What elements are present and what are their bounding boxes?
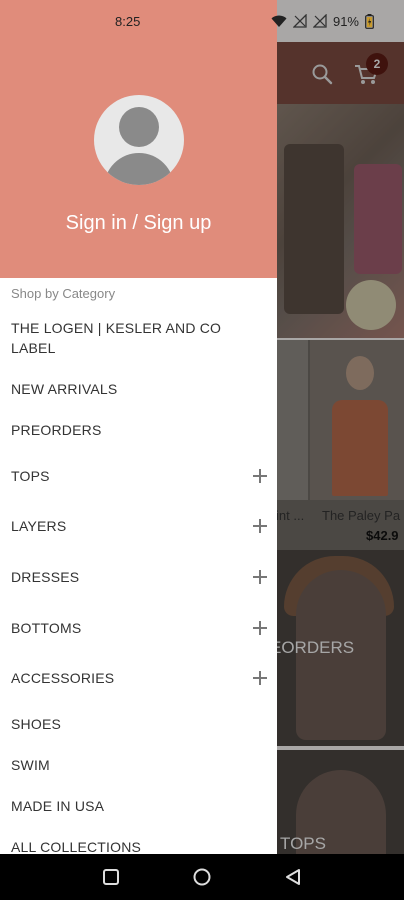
- system-nav-bar: [0, 854, 404, 900]
- avatar-icon[interactable]: [94, 95, 184, 185]
- status-time: 8:25: [115, 13, 141, 29]
- menu-item-label: DRESSES: [11, 569, 80, 585]
- menu-item-shoes[interactable]: SHOES: [0, 714, 277, 734]
- menu-item-preorders[interactable]: PREORDERS: [0, 420, 277, 440]
- battery-icon: [365, 13, 374, 29]
- plus-icon[interactable]: [253, 621, 267, 635]
- menu-item-new-arrivals[interactable]: NEW ARRIVALS: [0, 379, 277, 399]
- menu-item-label: ACCESSORIES: [11, 670, 115, 686]
- menu-item-label: MADE IN USA: [11, 798, 105, 814]
- sign-in-link[interactable]: Sign in / Sign up: [0, 212, 277, 235]
- plus-icon[interactable]: [253, 469, 267, 483]
- menu-item-made-in-usa[interactable]: MADE IN USA: [0, 796, 277, 816]
- menu-item-tops[interactable]: TOPS: [0, 466, 277, 486]
- menu-item-logen-kesler[interactable]: THE LOGEN | KESLER AND CO LABEL: [0, 318, 277, 358]
- menu-item-label: PREORDERS: [11, 422, 102, 438]
- plus-icon[interactable]: [253, 671, 267, 685]
- menu-item-all-collections[interactable]: ALL COLLECTIONS: [0, 837, 277, 854]
- menu-item-label: LAYERS: [11, 518, 67, 534]
- menu-item-dresses[interactable]: DRESSES: [0, 567, 277, 587]
- plus-icon[interactable]: [253, 519, 267, 533]
- nav-recents-icon[interactable]: [102, 868, 120, 886]
- nav-home-icon[interactable]: [192, 867, 212, 887]
- menu-item-label: BOTTOMS: [11, 620, 82, 636]
- battery-percent: 91%: [332, 13, 359, 29]
- status-bar: 8:25 91%: [0, 0, 404, 42]
- menu-item-label: TOPS: [11, 468, 50, 484]
- menu-item-label: SHOES: [11, 716, 62, 732]
- signal-icon: [292, 14, 307, 28]
- nav-back-icon[interactable]: [284, 868, 302, 886]
- menu-item-label: THE LOGEN | KESLER AND CO LABEL: [11, 320, 222, 356]
- wifi-icon: [271, 15, 287, 27]
- menu-item-label: NEW ARRIVALS: [11, 381, 118, 397]
- plus-icon[interactable]: [253, 570, 267, 584]
- status-icons: 91%: [271, 13, 374, 29]
- menu-item-layers[interactable]: LAYERS: [0, 516, 277, 536]
- menu-item-bottoms[interactable]: BOTTOMS: [0, 618, 277, 638]
- section-label: Shop by Category: [11, 286, 116, 301]
- menu-item-label: SWIM: [11, 757, 50, 773]
- menu-item-label: ALL COLLECTIONS: [11, 839, 142, 854]
- menu-item-swim[interactable]: SWIM: [0, 755, 277, 775]
- navigation-drawer: Sign in / Sign up Shop by Category THE L…: [0, 0, 277, 854]
- menu-item-accessories[interactable]: ACCESSORIES: [0, 668, 277, 688]
- signal-icon: [312, 14, 327, 28]
